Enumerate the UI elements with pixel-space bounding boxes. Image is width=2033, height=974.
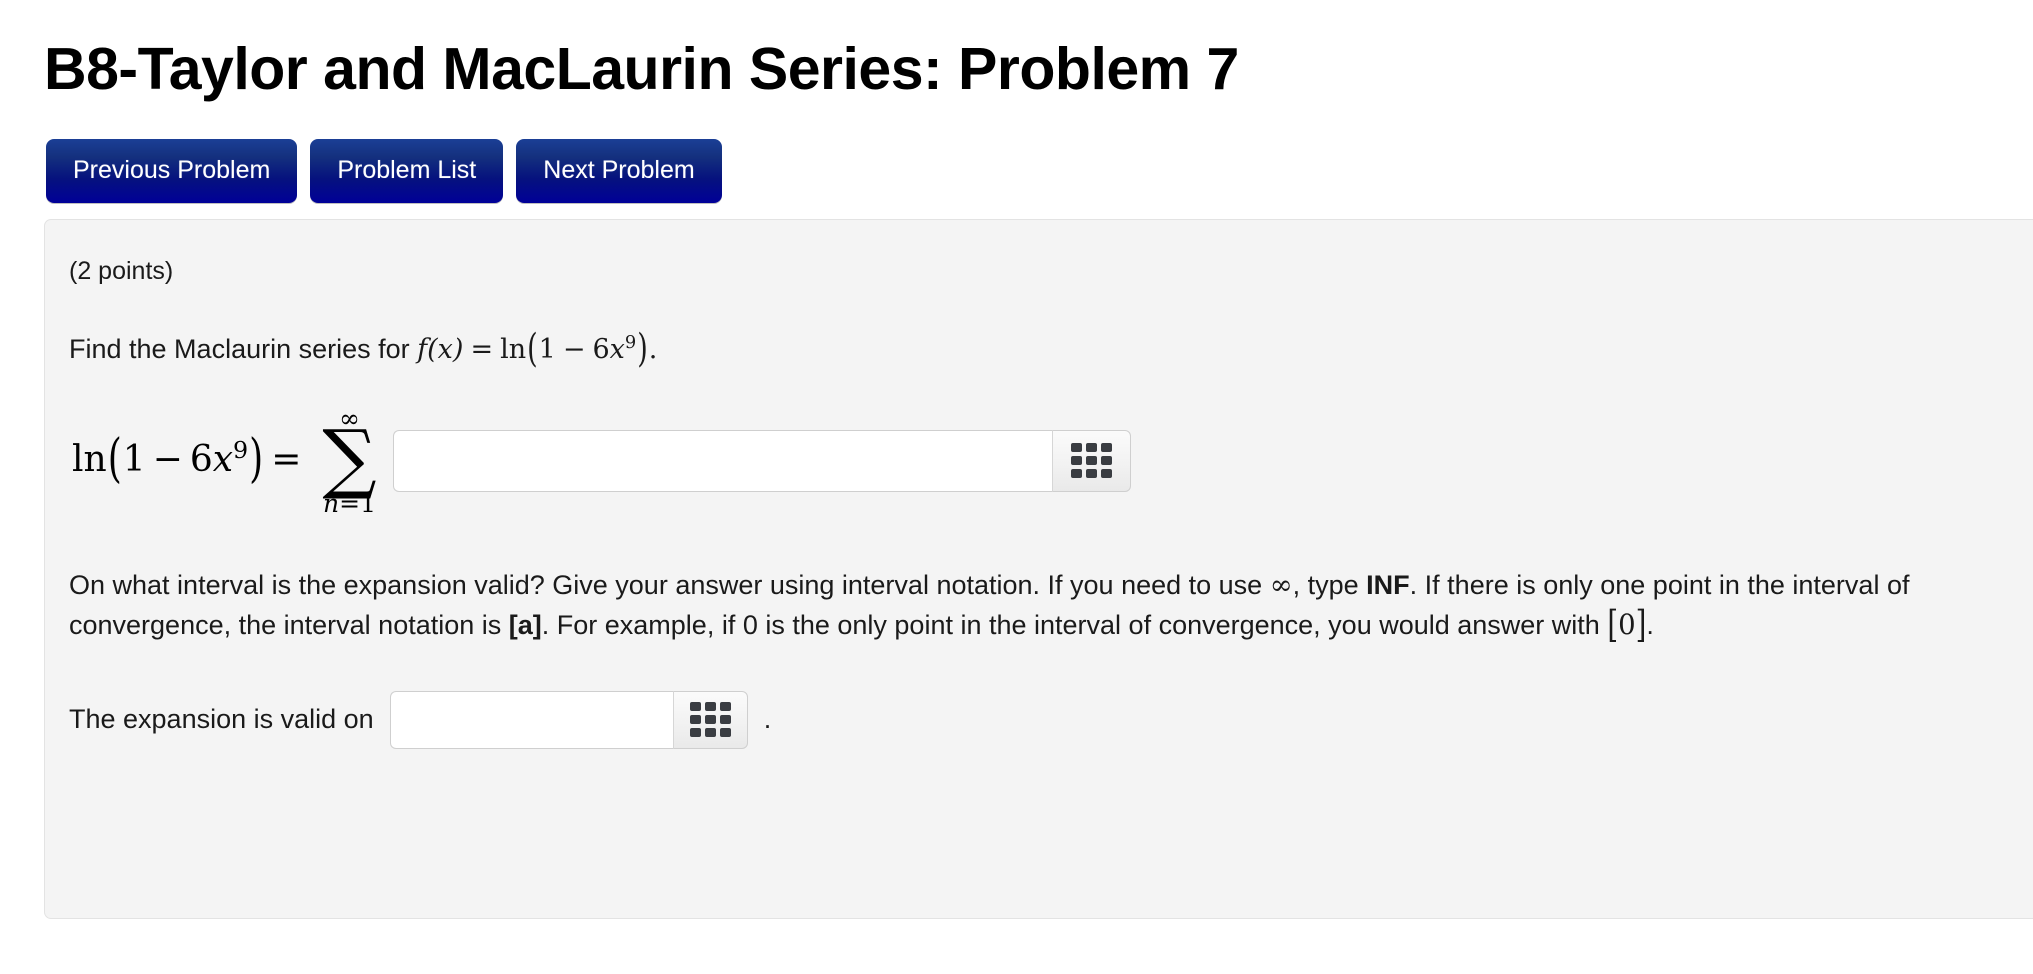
open-paren: ( [527,326,538,372]
previous-problem-button[interactable]: Previous Problem [46,138,298,203]
interval-text-part2: , type [1292,569,1367,600]
keypad-grid-icon [1070,443,1112,479]
prompt-period: . [648,333,658,365]
eq-close-paren: ) [249,430,264,490]
interval-answer-input[interactable] [389,690,674,749]
term-one: 1 [538,333,556,365]
exponent-nine: 9 [624,331,637,353]
prompt-math-expression: f(x) = ln(1−6x9). [417,327,658,372]
summation-symbol-group: ∞ ∑ n=1 [322,406,376,515]
equation-left-side: ln(1−6x9) = [72,430,308,489]
eq-open-paren: ( [107,430,122,490]
page-title: B8-Taylor and MacLaurin Series: Problem … [44,36,1239,102]
interval-text-part1: On what interval is the expansion valid?… [69,569,1270,600]
eq-equals-sign: = [271,439,302,481]
inf-keyword: INF [1366,569,1410,600]
bracket-zero-example: [0] [1607,603,1646,646]
eq-term-one: 1 [122,439,146,481]
close-paren: ) [637,326,648,372]
series-answer-input[interactable] [392,429,1053,492]
eq-variable-x: x [212,439,234,481]
bracket-zero-open: [ [1607,602,1619,646]
problem-panel: (2 points) Find the Maclaurin series for… [44,218,2033,919]
infinity-icon: ∞ [1269,568,1293,601]
ln-operator: ln [500,333,527,365]
eq-ln-operator: ln [72,439,107,481]
interval-instructions: On what interval is the expansion valid?… [69,566,1969,646]
points-label: (2 points) [69,256,174,285]
series-answer-widget [392,429,1131,492]
problem-prompt: Find the Maclaurin series for f(x) = ln(1−… [69,327,2033,372]
summation-lower-limit: n=1 [323,491,376,516]
final-answer-period: . [763,704,772,735]
function-f: f(x) [417,333,464,365]
prompt-lead-text: Find the Maclaurin series for [69,333,418,364]
variable-x: x [609,333,625,365]
final-answer-label: The expansion is valid on [69,704,374,735]
problem-page: B8-Taylor and MacLaurin Series: Problem … [0,0,2033,974]
eq-coefficient-six: 6 [189,439,213,481]
interval-text-part4: . For example, if 0 is the only point in… [541,609,1608,640]
equals-sign: = [470,333,494,365]
summation-index: n [323,488,340,518]
next-problem-button[interactable]: Next Problem [516,138,722,203]
eq-exponent-nine: 9 [233,436,249,465]
summation-lower-value: 1 [360,488,376,518]
series-keypad-button[interactable] [1052,429,1131,492]
coefficient-six: 6 [592,333,610,365]
series-equation-row: ln(1−6x9) = ∞ ∑ n=1 [69,406,2033,516]
final-answer-row: The expansion is valid on . [69,690,2033,749]
keypad-grid-icon [689,702,731,738]
interval-answer-widget [389,690,748,749]
summation-index-equals: = [339,488,361,518]
bracket-zero-value: 0 [1618,608,1636,641]
interval-text-part5: . [1646,609,1654,640]
eq-minus-sign: − [152,439,183,481]
bracket-a-example: [a] [508,609,542,640]
interval-keypad-button[interactable] [673,690,748,749]
minus-sign: − [562,333,586,365]
problem-list-button[interactable]: Problem List [310,138,504,203]
problem-navigation: Previous Problem Problem List Next Probl… [44,138,2033,203]
sigma-icon: ∑ [322,413,377,503]
bracket-zero-close: ] [1635,602,1647,646]
